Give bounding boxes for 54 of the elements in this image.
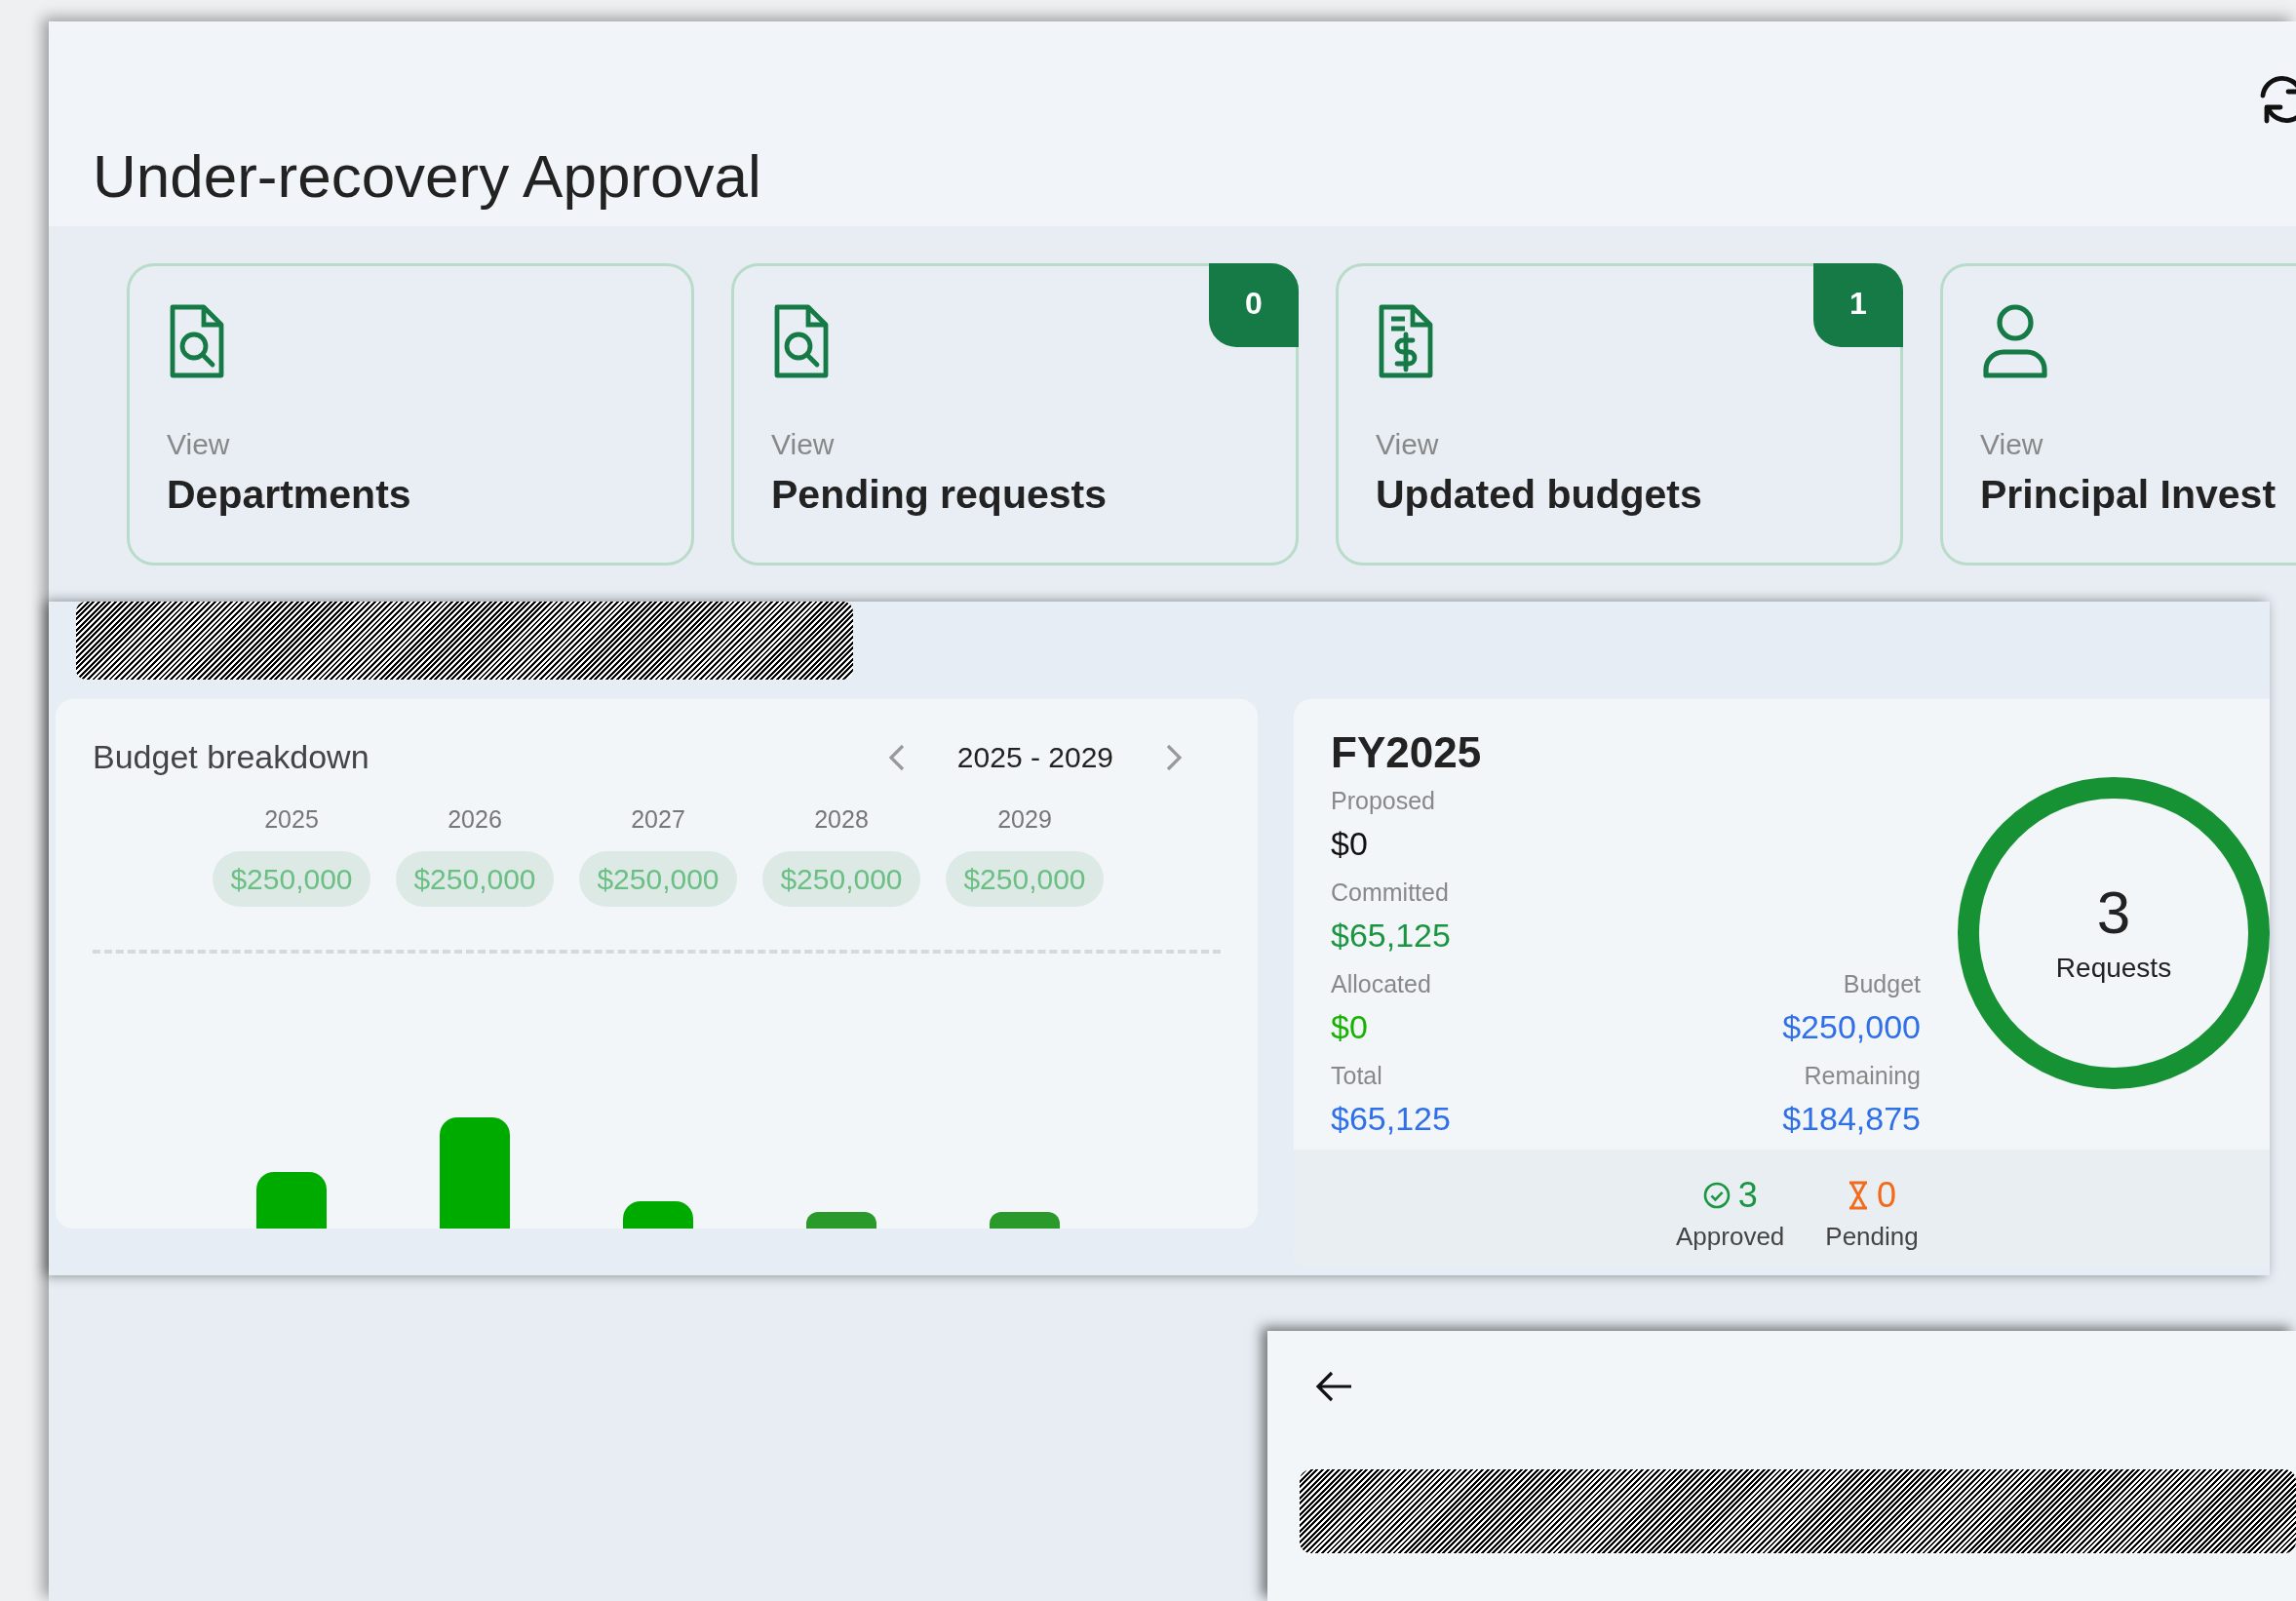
- year-label: 2029: [997, 805, 1052, 834]
- year-label: 2028: [814, 805, 869, 834]
- amount-pill: $250,000: [213, 851, 370, 907]
- metric-value: $65,125: [1331, 917, 1452, 955]
- card-label: Updated budgets: [1376, 472, 1702, 519]
- amount-pill: $250,000: [579, 851, 737, 907]
- count-badge: 1: [1813, 263, 1903, 347]
- nav-card[interactable]: View Principal Invest: [1940, 263, 2296, 566]
- card-caption: View: [167, 428, 230, 460]
- back-arrow-icon[interactable]: [1314, 1370, 1353, 1403]
- metric-label: Budget: [1843, 970, 1921, 998]
- metric-value: $65,125: [1331, 1100, 1452, 1138]
- card-label: Pending requests: [771, 472, 1107, 519]
- bar: [806, 1212, 876, 1229]
- year-range: 2025 - 2029: [956, 740, 1113, 774]
- request-count: 3: [2096, 882, 2131, 943]
- request-label: Requests: [2055, 953, 2172, 984]
- status-count: 0: [1877, 1175, 1897, 1216]
- nav-card[interactable]: View Updated budgets 1: [1336, 263, 1903, 566]
- metric-value: $184,875: [1782, 1100, 1921, 1138]
- nav-card[interactable]: View Pending requests 0: [731, 263, 1299, 566]
- card-label: Principal Invest: [1980, 472, 2277, 519]
- card-caption: View: [771, 428, 835, 460]
- bar: [990, 1212, 1060, 1229]
- status-label: Approved: [1676, 1222, 1785, 1252]
- page-title: Under-recovery Approval: [93, 141, 761, 212]
- card-label: Departments: [167, 472, 411, 519]
- metric-label: Committed: [1331, 879, 1450, 907]
- year-label: 2026: [448, 805, 502, 834]
- amount-pill: $250,000: [396, 851, 554, 907]
- bar: [256, 1172, 327, 1229]
- metric-label: Allocated: [1331, 970, 1432, 998]
- hourglass-icon: [1848, 1181, 1869, 1210]
- year-label: 2027: [631, 805, 685, 834]
- metric-value: $0: [1331, 825, 1369, 863]
- metric-label: Total: [1331, 1062, 1383, 1090]
- status-count: 3: [1737, 1175, 1758, 1216]
- card-caption: View: [1376, 428, 1439, 460]
- bar: [623, 1201, 693, 1229]
- amount-pill: $250,000: [946, 851, 1104, 907]
- metric-value: $0: [1331, 1008, 1369, 1046]
- nav-card[interactable]: View Departments: [127, 263, 694, 566]
- year-label: 2025: [264, 805, 319, 834]
- check-circle-icon: [1702, 1182, 1731, 1209]
- card-title: FY2025: [1331, 728, 1483, 777]
- count-badge: 0: [1209, 263, 1299, 347]
- status-label: Pending: [1825, 1222, 1919, 1252]
- card-caption: View: [1980, 428, 2043, 460]
- amount-pill: $250,000: [762, 851, 920, 907]
- person-icon: [1980, 301, 2050, 381]
- metric-label: Proposed: [1331, 787, 1437, 815]
- metric-value: $250,000: [1782, 1008, 1921, 1046]
- card-title: Budget breakdown: [93, 738, 370, 776]
- metric-label: Remaining: [1804, 1062, 1921, 1090]
